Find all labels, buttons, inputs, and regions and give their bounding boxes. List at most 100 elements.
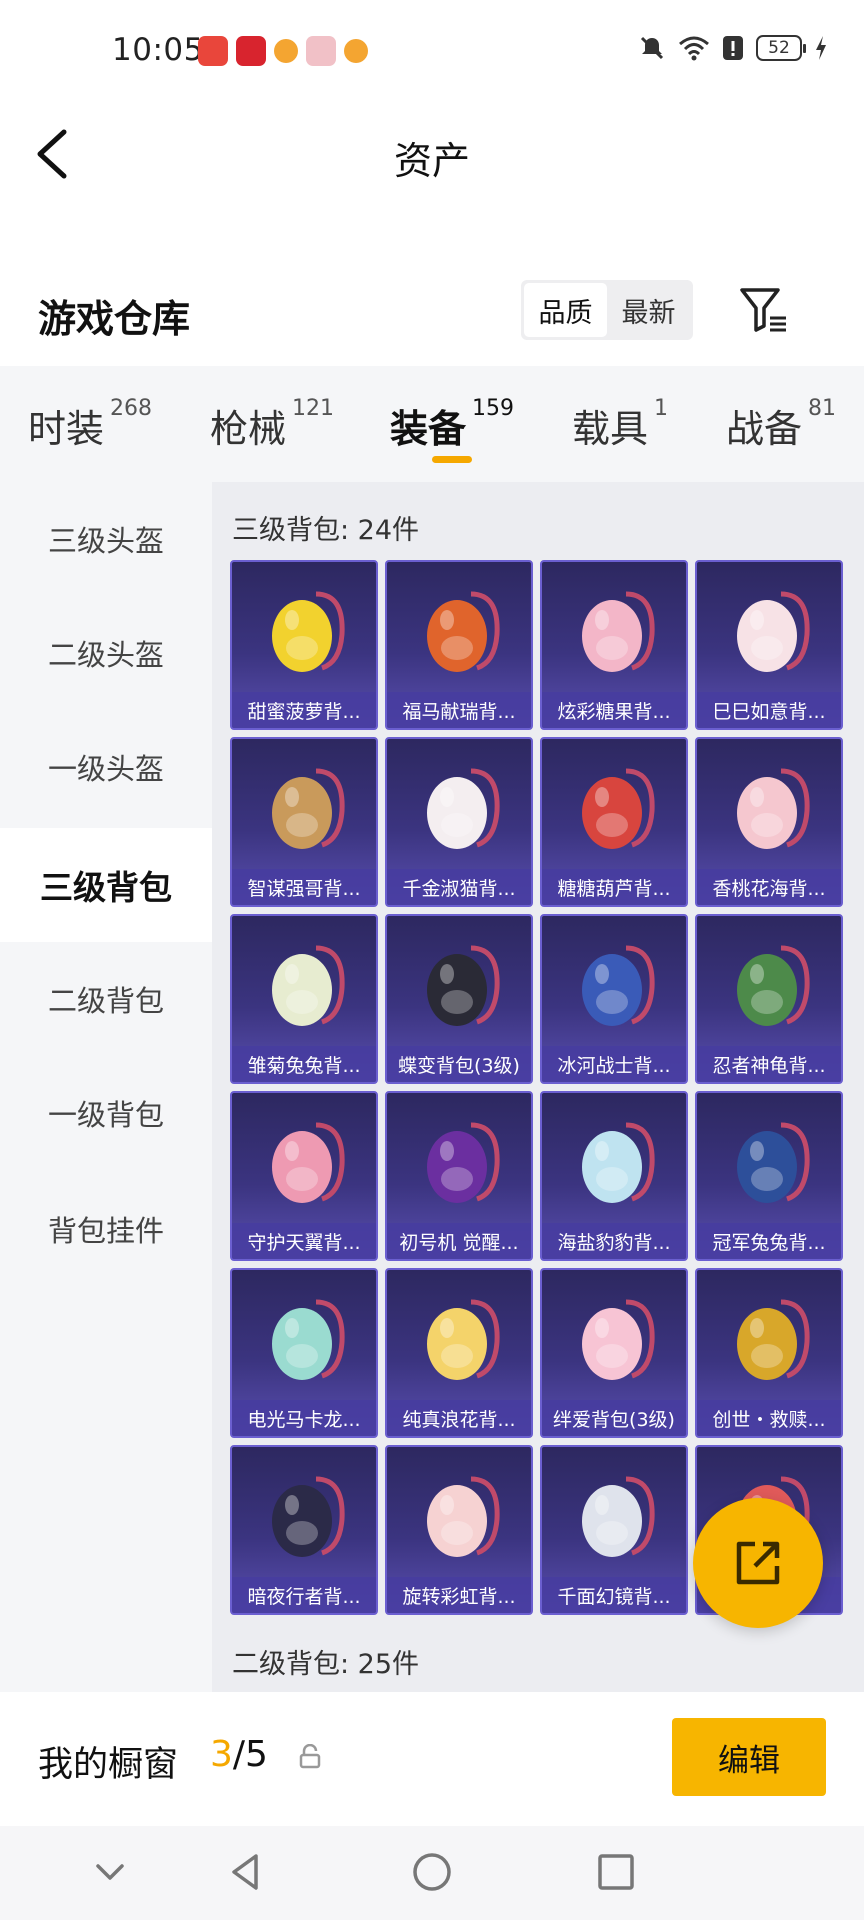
backpack-icon (272, 1299, 345, 1380)
backpack-card[interactable]: 蝶变背包(3级) (385, 914, 533, 1084)
backpack-icon (427, 768, 500, 849)
lock-icon (299, 1744, 321, 1769)
recents-square-icon[interactable] (592, 1848, 640, 1896)
backpack-icon (737, 768, 810, 849)
sidebar: 三级头盔 二级头盔 一级头盔 三级背包 二级背包 一级背包 背包挂件 (0, 482, 212, 1692)
backpack-card[interactable]: 海盐豹豹背... (540, 1091, 688, 1261)
backpack-card[interactable]: 旋转彩虹背... (385, 1445, 533, 1615)
backpack-card-name: 福马献瑞背... (387, 692, 531, 728)
backpack-icon (427, 1476, 500, 1557)
backpack-icon (272, 1122, 345, 1203)
sidebar-item-pendant[interactable]: 背包挂件 (0, 1172, 212, 1286)
showcase-count-total: /5 (232, 1734, 268, 1775)
backpack-card[interactable]: 创世・救赎... (695, 1268, 843, 1438)
backpack-card-name: 冰河战士背... (542, 1046, 686, 1082)
backpack-card-name: 创世・救赎... (697, 1400, 841, 1436)
backpack-card-name: 千面幻镜背... (542, 1577, 686, 1613)
tab-equipment[interactable]: 装备 159 (390, 396, 515, 453)
charging-icon (816, 36, 826, 60)
huawei-app-icon (198, 36, 228, 66)
active-tab-underline (432, 456, 472, 463)
warehouse-row: 游戏仓库 品质 最新 (0, 268, 864, 368)
sidebar-item-backpack-1[interactable]: 一级背包 (0, 1056, 212, 1170)
gift-app-icon (236, 36, 266, 66)
backpack-icon (427, 1299, 500, 1380)
edit-button[interactable]: 编辑 (672, 1718, 826, 1796)
back-triangle-icon[interactable] (222, 1848, 270, 1896)
sidebar-item-helmet-3[interactable]: 三级头盔 (0, 482, 212, 596)
backpack-icon (427, 591, 500, 672)
backpack-card[interactable]: 千金淑猫背... (385, 737, 533, 907)
sort-option-latest[interactable]: 最新 (607, 283, 690, 337)
tab-fashion[interactable]: 时装 268 (28, 396, 153, 453)
backpack-card[interactable]: 巳巳如意背... (695, 560, 843, 730)
backpack-card[interactable]: 香桃花海背... (695, 737, 843, 907)
backpack-card[interactable]: 冠军兔兔背... (695, 1091, 843, 1261)
battery-icon: 52 (756, 35, 806, 61)
backpack-card-name: 初号机 觉醒... (387, 1223, 531, 1259)
backpack-card[interactable]: 糖糖葫芦背... (540, 737, 688, 907)
tab-count: 81 (808, 396, 837, 421)
backpack-card-name: 海盐豹豹背... (542, 1223, 686, 1259)
sort-option-quality[interactable]: 品质 (524, 283, 607, 337)
game-app-icon-2 (344, 39, 368, 63)
alert-icon (723, 36, 743, 60)
backpack-card-name: 旋转彩虹背... (387, 1577, 531, 1613)
backpack-card[interactable]: 绊爱背包(3级) (540, 1268, 688, 1438)
home-circle-icon[interactable] (408, 1848, 456, 1896)
backpack-card-name: 香桃花海背... (697, 869, 841, 905)
backpack-icon (272, 591, 345, 672)
tab-label: 时装 (28, 407, 105, 451)
tab-label: 枪械 (210, 407, 287, 451)
tab-count: 159 (472, 396, 515, 421)
mute-icon (640, 36, 664, 60)
warehouse-title: 游戏仓库 (38, 297, 191, 341)
battery-level: 52 (768, 38, 790, 58)
sidebar-item-backpack-2[interactable]: 二级背包 (0, 942, 212, 1056)
backpack-card-name: 忍者神龟背... (697, 1046, 841, 1082)
backpack-card-name: 糖糖葫芦背... (542, 869, 686, 905)
backpack-icon (427, 945, 500, 1026)
chevron-down-icon[interactable] (86, 1848, 134, 1896)
share-icon (736, 1541, 780, 1585)
backpack-icon (582, 1122, 655, 1203)
tab-supplies[interactable]: 战备 81 (726, 396, 837, 453)
backpack-card[interactable]: 炫彩糖果背... (540, 560, 688, 730)
sidebar-item-helmet-1[interactable]: 一级头盔 (0, 710, 212, 824)
item-grid: 甜蜜菠萝背... 福马献瑞背... 炫彩糖果背... 巳巳如意背... 智谋强哥背...… (230, 560, 843, 1615)
tab-count: 1 (654, 396, 669, 421)
tab-vehicles[interactable]: 载具 1 (572, 396, 669, 453)
backpack-card[interactable]: 纯真浪花背... (385, 1268, 533, 1438)
sidebar-item-helmet-2[interactable]: 二级头盔 (0, 596, 212, 710)
backpack-card[interactable]: 千面幻镜背... (540, 1445, 688, 1615)
backpack-card[interactable]: 电光马卡龙... (230, 1268, 378, 1438)
backpack-card-name: 冠军兔兔背... (697, 1223, 841, 1259)
tab-count: 121 (292, 396, 335, 421)
backpack-icon (737, 1122, 810, 1203)
backpack-icon (272, 768, 345, 849)
backpack-card-name: 暗夜行者背... (232, 1577, 376, 1613)
backpack-card[interactable]: 守护天翼背... (230, 1091, 378, 1261)
sidebar-item-backpack-3[interactable]: 三级背包 (0, 828, 212, 942)
status-bar: 10:05 52 (0, 0, 864, 104)
filter-icon[interactable] (738, 284, 790, 336)
backpack-card[interactable]: 冰河战士背... (540, 914, 688, 1084)
backpack-card[interactable]: 甜蜜菠萝背... (230, 560, 378, 730)
backpack-card[interactable]: 暗夜行者背... (230, 1445, 378, 1615)
tab-count: 268 (110, 396, 153, 421)
backpack-card-name: 绊爱背包(3级) (542, 1400, 686, 1436)
backpack-card[interactable]: 初号机 觉醒... (385, 1091, 533, 1261)
backpack-card[interactable]: 雏菊兔兔背... (230, 914, 378, 1084)
backpack-icon (272, 945, 345, 1026)
backpack-card-name: 守护天翼背... (232, 1223, 376, 1259)
share-button[interactable] (693, 1498, 823, 1628)
backpack-card[interactable]: 智谋强哥背... (230, 737, 378, 907)
tab-weapons[interactable]: 枪械 121 (210, 396, 335, 453)
backpack-card[interactable]: 忍者神龟背... (695, 914, 843, 1084)
backpack-card[interactable]: 福马献瑞背... (385, 560, 533, 730)
backpack-icon (582, 1476, 655, 1557)
backpack-card-name: 蝶变背包(3级) (387, 1046, 531, 1082)
backpack-card-name: 千金淑猫背... (387, 869, 531, 905)
page-title: 资产 (393, 139, 470, 183)
tab-label: 战备 (726, 407, 803, 451)
